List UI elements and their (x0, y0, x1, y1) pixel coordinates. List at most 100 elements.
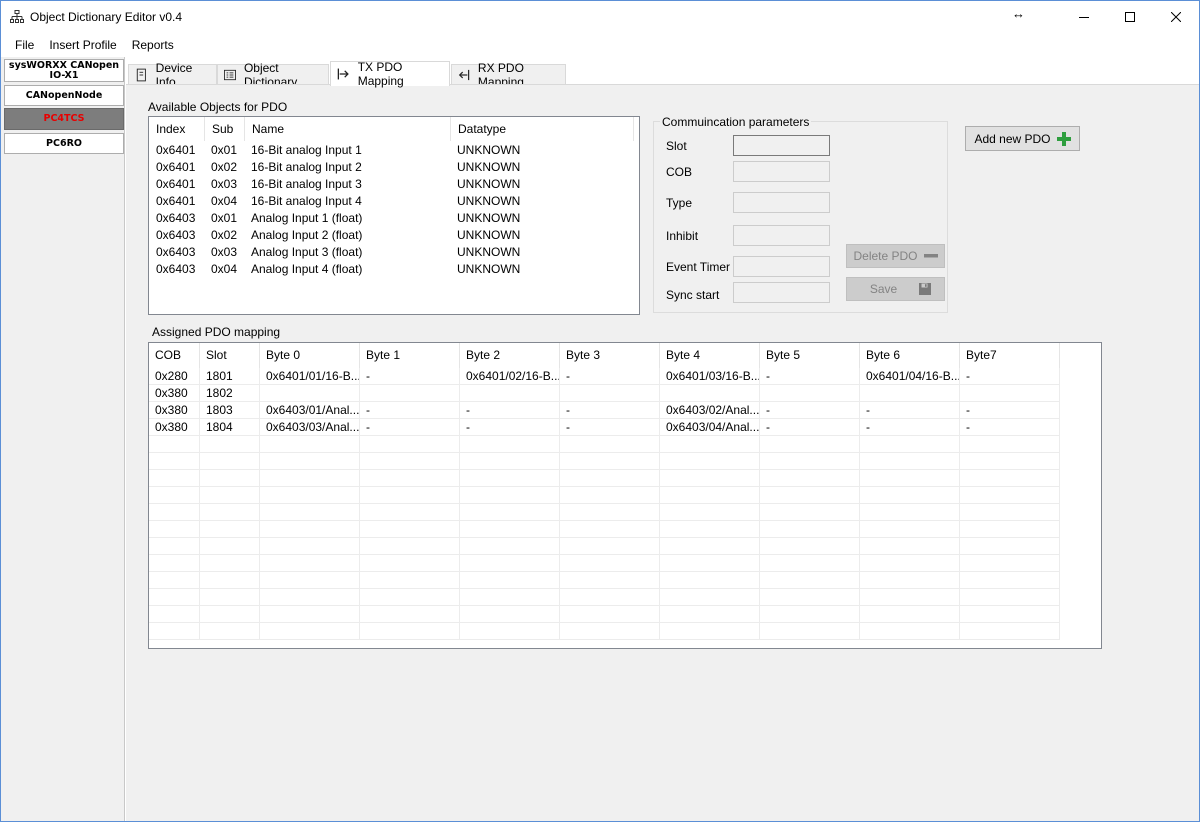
inhibit-field[interactable] (733, 225, 830, 246)
grid-cell[interactable] (149, 453, 200, 470)
grid-cell[interactable]: 1803 (200, 402, 260, 419)
grid-cell[interactable] (149, 470, 200, 487)
grid-cell[interactable]: - (960, 368, 1060, 385)
grid-cell[interactable] (760, 487, 860, 504)
grid-cell[interactable] (149, 521, 200, 538)
grid-cell[interactable] (149, 606, 200, 623)
save-button[interactable]: Save (846, 277, 945, 301)
grid-cell[interactable] (460, 385, 560, 402)
list-item[interactable]: 0x6401 0x04 16-Bit analog Input 4 UNKNOWN (149, 193, 639, 210)
grid-cell[interactable] (960, 385, 1060, 402)
grid-cell[interactable] (200, 572, 260, 589)
grid-cell[interactable] (460, 606, 560, 623)
grid-cell[interactable] (660, 589, 760, 606)
grid-cell[interactable] (860, 555, 960, 572)
grid-cell[interactable] (460, 623, 560, 640)
grid-cell[interactable] (560, 538, 660, 555)
grid-cell[interactable] (860, 470, 960, 487)
grid-cell[interactable] (460, 470, 560, 487)
grid-cell[interactable] (460, 453, 560, 470)
grid-cell[interactable] (960, 572, 1060, 589)
grid-column-header[interactable]: Byte 0 (260, 343, 360, 368)
list-item[interactable]: 0x6401 0x01 16-Bit analog Input 1 UNKNOWN (149, 142, 639, 159)
table-row[interactable]: 0x380 1802 (149, 385, 1061, 402)
grid-column-header[interactable]: Byte7 (960, 343, 1060, 368)
tab-object-dictionary[interactable]: Object Dictionary (217, 61, 329, 89)
menu-insert-profile[interactable]: Insert Profile (42, 33, 123, 57)
grid-cell[interactable] (660, 385, 760, 402)
grid-cell[interactable] (260, 436, 360, 453)
grid-cell[interactable] (860, 385, 960, 402)
grid-cell[interactable] (260, 589, 360, 606)
grid-cell[interactable] (260, 555, 360, 572)
grid-cell[interactable] (360, 606, 460, 623)
grid-cell[interactable] (360, 453, 460, 470)
grid-cell[interactable]: - (460, 419, 560, 436)
slot-field[interactable] (733, 135, 830, 156)
grid-cell[interactable] (860, 623, 960, 640)
tab-rx-pdo-mapping[interactable]: RX PDO Mapping (451, 61, 566, 89)
grid-cell[interactable] (460, 504, 560, 521)
grid-column-header[interactable]: Byte 3 (560, 343, 660, 368)
empty-table-row[interactable] (149, 555, 1061, 572)
grid-cell[interactable] (260, 606, 360, 623)
device-sysworxx-canopen-io-x1[interactable]: sysWORXX CANopen IO-X1 (4, 59, 124, 82)
grid-cell[interactable] (149, 555, 200, 572)
empty-table-row[interactable] (149, 470, 1061, 487)
cob-field[interactable] (733, 161, 830, 182)
grid-cell[interactable] (360, 436, 460, 453)
table-row[interactable]: 0x380 1803 0x6403/01/Anal... - - -0x6403/02/A… (149, 402, 1061, 419)
available-objects-list[interactable]: Index Sub Name Datatype 0x6401 0x01 16-Bit… (148, 116, 640, 315)
grid-cell[interactable] (360, 521, 460, 538)
grid-cell[interactable] (960, 436, 1060, 453)
grid-cell[interactable]: - (760, 419, 860, 436)
grid-cell[interactable] (760, 572, 860, 589)
grid-cell[interactable] (560, 504, 660, 521)
grid-cell[interactable] (360, 623, 460, 640)
grid-cell[interactable] (660, 623, 760, 640)
grid-cell[interactable] (360, 572, 460, 589)
grid-cell[interactable] (149, 436, 200, 453)
grid-cell[interactable]: 0x6403/01/Anal... (260, 402, 360, 419)
list-item[interactable]: 0x6403 0x01 Analog Input 1 (float) UNKNOWN (149, 210, 639, 227)
grid-cell[interactable] (560, 572, 660, 589)
column-header-index[interactable]: Index (149, 117, 205, 141)
grid-cell[interactable] (960, 538, 1060, 555)
grid-cell[interactable] (260, 572, 360, 589)
grid-cell[interactable] (360, 487, 460, 504)
grid-cell[interactable] (760, 453, 860, 470)
grid-cell[interactable] (560, 521, 660, 538)
grid-cell[interactable]: - (560, 419, 660, 436)
grid-cell[interactable] (200, 470, 260, 487)
grid-cell[interactable] (560, 385, 660, 402)
grid-cell[interactable]: 0x380 (149, 419, 200, 436)
grid-cell[interactable] (760, 470, 860, 487)
grid-cell[interactable]: - (360, 402, 460, 419)
list-item[interactable]: 0x6403 0x04 Analog Input 4 (float) UNKNOWN (149, 261, 639, 278)
grid-cell[interactable] (260, 453, 360, 470)
grid-cell[interactable]: 0x6401/04/16-B... (860, 368, 960, 385)
grid-cell[interactable]: - (760, 402, 860, 419)
empty-table-row[interactable] (149, 589, 1061, 606)
grid-cell[interactable]: - (460, 402, 560, 419)
grid-cell[interactable]: - (560, 402, 660, 419)
grid-cell[interactable]: - (960, 402, 1060, 419)
grid-cell[interactable] (149, 487, 200, 504)
grid-cell[interactable]: - (360, 419, 460, 436)
grid-cell[interactable] (860, 572, 960, 589)
grid-cell[interactable] (260, 470, 360, 487)
empty-table-row[interactable] (149, 436, 1061, 453)
grid-column-header[interactable]: Byte 1 (360, 343, 460, 368)
empty-table-row[interactable] (149, 538, 1061, 555)
grid-cell[interactable] (260, 538, 360, 555)
grid-cell[interactable] (760, 521, 860, 538)
grid-cell[interactable]: - (760, 368, 860, 385)
grid-cell[interactable] (360, 589, 460, 606)
grid-cell[interactable] (560, 453, 660, 470)
grid-cell[interactable] (200, 521, 260, 538)
grid-cell[interactable] (560, 436, 660, 453)
grid-cell[interactable] (960, 606, 1060, 623)
grid-cell[interactable] (200, 606, 260, 623)
grid-cell[interactable] (560, 555, 660, 572)
grid-cell[interactable] (460, 436, 560, 453)
